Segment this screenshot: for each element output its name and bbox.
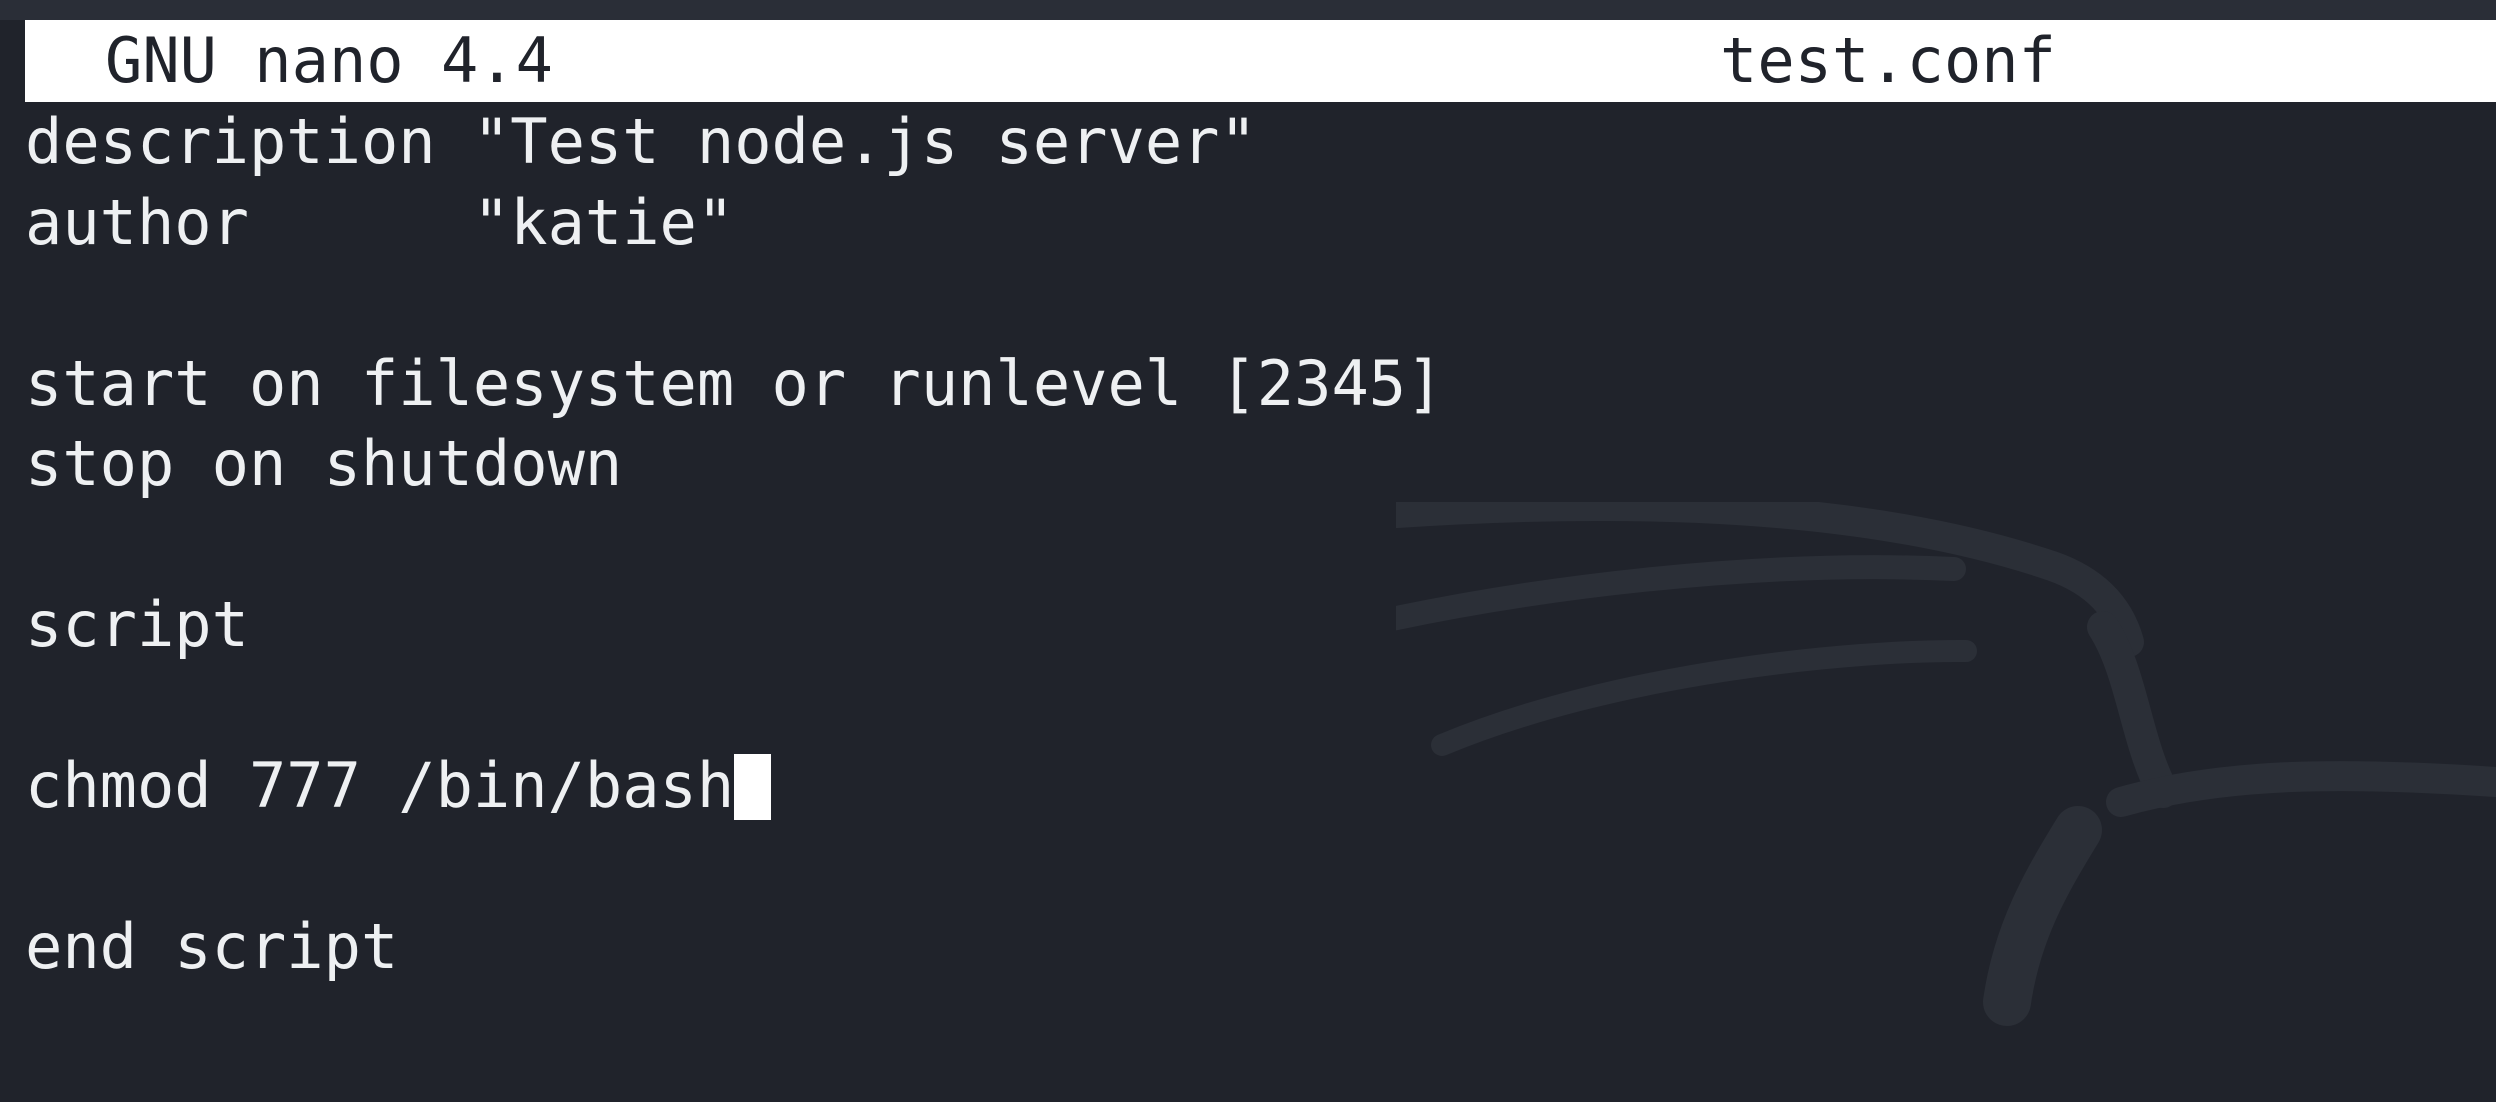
editor-line: start on filesystem or runlevel [2345] [25,346,1444,420]
nano-editor-buffer[interactable]: description "Test node.js server" author… [25,102,2485,1102]
text-cursor [734,753,772,820]
nano-version-label: GNU nano 4.4 [105,24,553,97]
editor-line: stop on shutdown [25,427,623,500]
editor-line-current: chmod 777 /bin/bash [25,746,2485,827]
editor-line: author "katie" [25,185,735,259]
editor-line: end script [25,910,399,983]
editor-line: description "Test node.js server" [25,105,1257,178]
current-line-text: chmod 777 /bin/bash [25,749,735,822]
terminal-top-strip [0,0,2496,20]
terminal-window[interactable]: GNU nano 4.4 test.conf description "Test… [0,0,2496,1102]
nano-filename: test.conf [1720,24,2056,97]
editor-line: script [25,588,249,661]
nano-title-bar: GNU nano 4.4 test.conf [25,20,2496,102]
